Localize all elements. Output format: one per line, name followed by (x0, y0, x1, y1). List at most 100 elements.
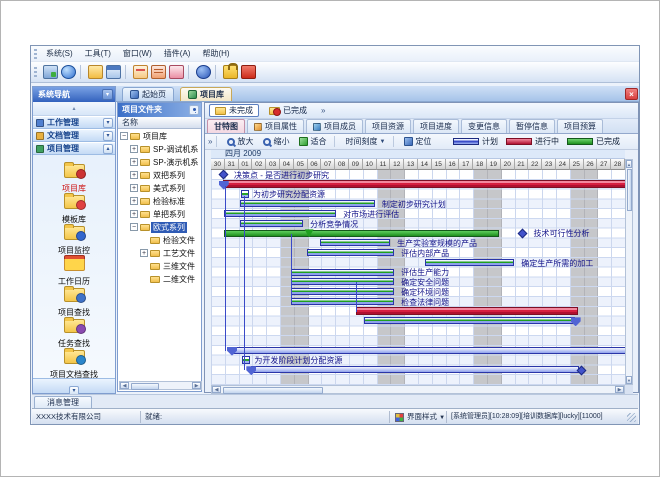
sidebar-item[interactable]: 工作日历 (33, 255, 115, 286)
scroll-left-icon[interactable]: ◀ (212, 386, 221, 393)
content-tab[interactable]: 项目属性 (247, 119, 304, 133)
chevron-down-icon[interactable]: ▾ (103, 131, 113, 141)
zoom-in-button[interactable]: 放大 (223, 135, 257, 148)
toolbar-separator (125, 65, 126, 79)
content-tab[interactable]: 变更信息 (461, 119, 507, 133)
menu-item[interactable]: 系统(S) (40, 46, 79, 61)
overflow-chevron-icon[interactable]: » (321, 106, 325, 115)
globe-icon[interactable] (61, 65, 76, 79)
interface-style-button[interactable]: 界面样式 ▼ (407, 409, 445, 425)
report-list-icon[interactable] (151, 65, 166, 79)
menu-item[interactable]: 帮助(H) (196, 46, 235, 61)
scrollbar-thumb[interactable] (627, 169, 632, 211)
tree-expander-icon[interactable]: + (140, 249, 148, 257)
task-bar-red (356, 307, 578, 315)
menu-item[interactable]: 窗口(W) (117, 46, 158, 61)
report-chart-icon[interactable] (169, 65, 184, 79)
day-cell: 08 (335, 159, 349, 170)
tree-expander-icon[interactable]: − (120, 132, 128, 140)
tree-expander-icon[interactable]: + (130, 197, 138, 205)
filter-finished-button[interactable]: 已完成 (263, 104, 313, 117)
content-tab[interactable]: 项目资源 (365, 119, 411, 133)
sidebar-group[interactable]: 工作管理▾ (33, 116, 115, 129)
folder-icon (140, 172, 150, 179)
tree-node[interactable]: −项目库 (118, 130, 201, 143)
sidebar-bottom-strip[interactable]: ▾ (33, 378, 115, 393)
resize-grip[interactable] (627, 413, 636, 422)
tree-expander-icon[interactable]: − (130, 223, 138, 231)
chevron-up-icon[interactable]: ▴ (103, 144, 113, 154)
sidebar-item[interactable]: 项目文档查找 (33, 348, 115, 379)
scroll-up-icon[interactable]: ▲ (626, 160, 632, 168)
content-tab[interactable]: 项目进度 (413, 119, 459, 133)
time-scale-dropdown[interactable]: 时间刻度▼ (341, 135, 389, 148)
milestone-pentagon (246, 366, 256, 375)
tree-node[interactable]: 三维文件 (118, 260, 201, 273)
sidebar-group[interactable]: 项目管理▴ (33, 142, 115, 155)
chevron-down-icon[interactable]: ▾ (103, 118, 113, 128)
scrollbar-thumb[interactable] (223, 387, 323, 394)
scroll-right-icon[interactable]: ▶ (615, 386, 624, 393)
tree-node[interactable]: +检验标准 (118, 195, 201, 208)
tab-start-page[interactable]: 起始页 (122, 87, 174, 101)
tree-node[interactable]: 检验文件 (118, 234, 201, 247)
sidebar-item[interactable]: 模板库 (33, 193, 115, 224)
tree-node[interactable]: +工艺文件 (118, 247, 201, 260)
tree-node[interactable]: 二维文件 (118, 273, 201, 286)
folder-icon (215, 107, 226, 115)
gantt-chart[interactable]: 决策点 - 是否进行初步研究为初步研究分配资源制定初步研究计划对市场进行评估分析… (211, 170, 625, 385)
window-icon[interactable] (106, 65, 121, 79)
folder-icon[interactable] (88, 65, 103, 79)
content-tab[interactable]: 暂停信息 (509, 119, 555, 133)
scrollbar-thumb[interactable] (131, 383, 159, 390)
pin-icon[interactable] (189, 105, 199, 115)
tree-node[interactable]: −欧式系列 (118, 221, 201, 234)
scroll-left-icon[interactable]: ◀ (120, 382, 129, 389)
tab-project-library[interactable]: 项目库 (180, 87, 232, 101)
timeline-day-header: 3031010203040506070809101112131415161718… (211, 159, 625, 170)
fit-label: 适合 (310, 136, 326, 147)
content-tab[interactable]: 项目预算 (557, 119, 603, 133)
close-icon[interactable]: × (625, 88, 638, 100)
tree-node[interactable]: +美式系列 (118, 182, 201, 195)
content-tab[interactable]: 项目成员 (306, 119, 363, 133)
tree-expander-icon[interactable]: + (130, 184, 138, 192)
tree-expander-icon[interactable]: + (130, 158, 138, 166)
menu-item[interactable]: 插件(A) (158, 46, 197, 61)
tree-expander-icon[interactable]: + (130, 210, 138, 218)
gantt-vertical-scrollbar[interactable]: ▲ ▼ (625, 159, 633, 385)
tree-expander-icon[interactable]: + (130, 171, 138, 179)
time-scale-label: 时间刻度 (345, 136, 377, 147)
group-icon (36, 119, 44, 127)
sidebar-item[interactable]: 任务查找 (33, 317, 115, 348)
fit-button[interactable]: 适合 (295, 135, 330, 148)
toolbar-separator (188, 65, 189, 79)
menu-item[interactable]: 工具(T) (79, 46, 117, 61)
filter-unfinished-button[interactable]: 未完成 (209, 104, 259, 117)
tree-column-header[interactable]: 名称 (118, 117, 201, 129)
help-icon[interactable] (196, 65, 211, 79)
computer-icon[interactable] (43, 65, 58, 79)
gantt-horizontal-scrollbar[interactable]: ◀ ▶ (211, 385, 625, 394)
tree-node[interactable]: +单把系列 (118, 208, 201, 221)
tree-node[interactable]: +双把系列 (118, 169, 201, 182)
tree-expander-icon[interactable]: + (130, 145, 138, 153)
tree-horizontal-scrollbar[interactable]: ◀ ▶ (119, 381, 202, 390)
report-icon[interactable] (133, 65, 148, 79)
sidebar-item[interactable]: 项目监控 (33, 224, 115, 255)
tree-node[interactable]: +SP-演示机系 (118, 156, 201, 169)
overflow-chevron-icon[interactable]: » (208, 137, 212, 146)
scroll-down-icon[interactable]: ▼ (626, 376, 632, 384)
sidebar-item[interactable]: 项目查找 (33, 286, 115, 317)
sidebar-item[interactable]: 项目库 (33, 162, 115, 193)
tree-node[interactable]: +SP-调试机系 (118, 143, 201, 156)
content-tab[interactable]: 甘特图 (207, 119, 245, 133)
sidebar-group[interactable]: 文档管理▾ (33, 129, 115, 142)
scroll-up-strip[interactable]: ▴ (33, 102, 115, 116)
lock-icon[interactable] (223, 65, 238, 79)
locate-button[interactable]: 定位 (400, 135, 435, 148)
zoom-out-button[interactable]: 缩小 (259, 135, 293, 148)
chevron-down-icon[interactable]: ▾ (102, 89, 113, 100)
stop-icon[interactable] (241, 65, 256, 79)
scroll-right-icon[interactable]: ▶ (192, 382, 201, 389)
